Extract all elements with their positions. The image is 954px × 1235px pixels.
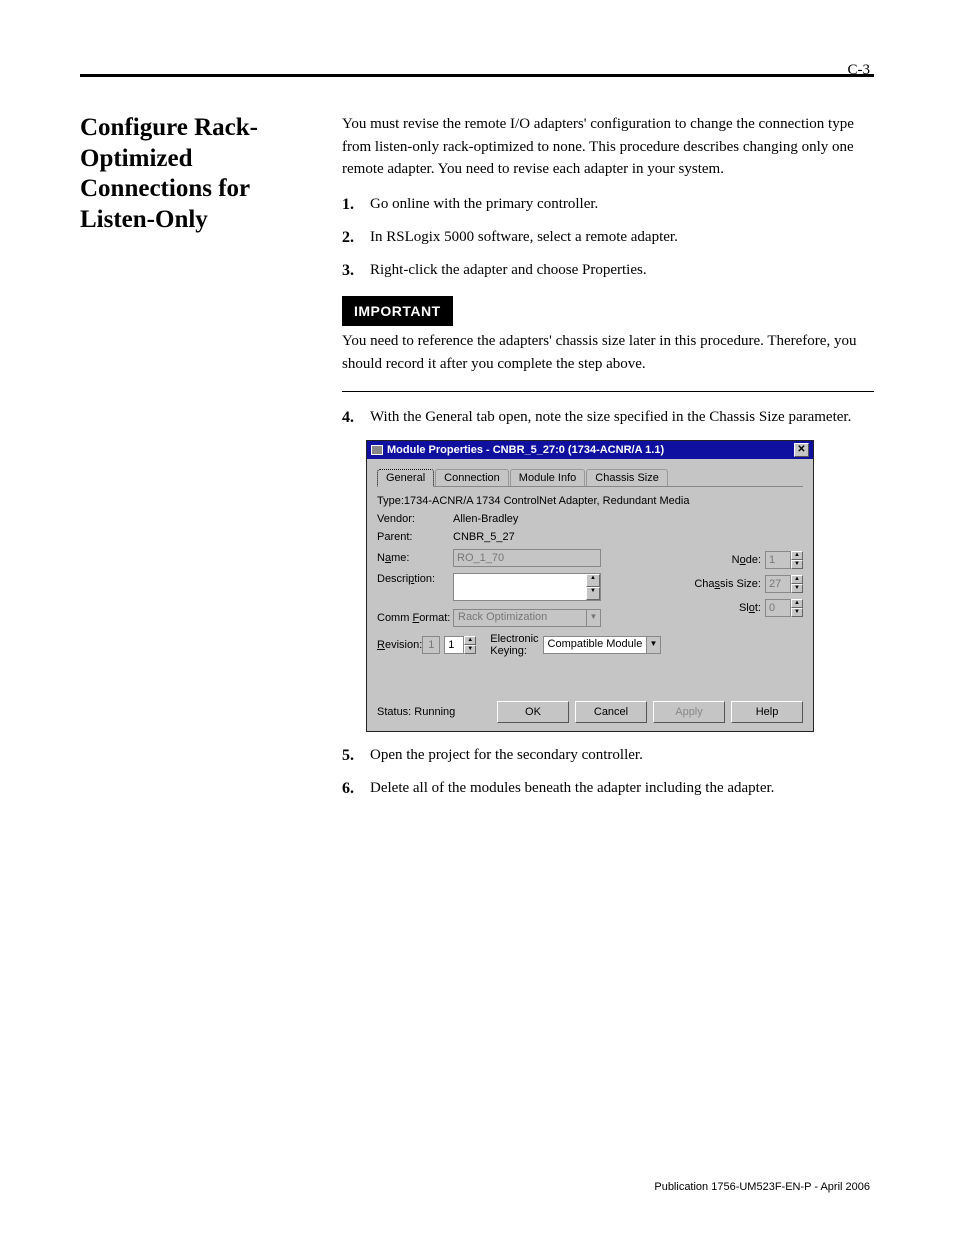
important-label: IMPORTANT [342,296,453,326]
name-label: Name: [377,552,453,564]
important-text: You need to reference the adapters' chas… [342,330,874,387]
dialog-tabs: General Connection Module Info Chassis S… [377,467,803,487]
steps-list-cont: With the General tab open, note the size… [342,406,874,429]
steps-list-cont2: Open the project for the secondary contr… [342,744,874,801]
commformat-select[interactable]: Rack Optimization ▼ [453,609,601,627]
vendor-label: Vendor: [377,513,453,525]
spin-down-icon[interactable]: ▼ [464,645,476,654]
revision-major-field[interactable] [422,636,440,654]
commformat-label: Comm Format: [377,612,453,624]
description-label: Description: [377,573,453,585]
step-4: With the General tab open, note the size… [342,406,874,429]
step-2: In RSLogix 5000 software, select a remot… [342,226,874,249]
important-callout: IMPORTANT You need to reference the adap… [342,296,874,392]
chassis-size-field[interactable] [765,575,791,593]
intro-paragraph: You must revise the remote I/O adapters'… [342,113,874,181]
parent-value: CNBR_5_27 [453,531,617,543]
step-1: Go online with the primary controller. [342,193,874,216]
section-title: Configure Rack-Optimized Connections for… [80,113,330,235]
step-3: Right-click the adapter and choose Prope… [342,259,874,282]
parent-label: Parent: [377,531,453,543]
spin-up-icon[interactable]: ▲ [791,551,803,560]
dialog-titlebar: Module Properties - CNBR_5_27:0 (1734-AC… [367,441,813,459]
chassis-size-label: Chassis Size: [694,578,761,590]
module-properties-dialog: Module Properties - CNBR_5_27:0 (1734-AC… [366,440,814,732]
spin-up-icon[interactable]: ▲ [791,599,803,608]
revision-label: Revision: [377,639,422,651]
description-field[interactable]: ▲ ▼ [453,573,601,601]
vendor-value: Allen-Bradley [453,513,617,525]
status-label: Status: Running [377,706,455,718]
publication-footer: Publication 1756-UM523F-EN-P - April 200… [654,1181,870,1193]
tab-connection[interactable]: Connection [435,469,509,486]
spin-down-icon[interactable]: ▼ [791,560,803,569]
revision-minor-field[interactable] [444,636,464,654]
step-6: Delete all of the modules beneath the ad… [342,777,874,800]
tab-module-info[interactable]: Module Info [510,469,585,486]
dialog-title-icon [371,445,383,455]
important-rule [342,391,874,392]
scroll-down-icon[interactable]: ▼ [586,587,600,600]
ok-button[interactable]: OK [497,701,569,723]
header-rule [80,74,874,77]
node-field[interactable] [765,551,791,569]
spin-up-icon[interactable]: ▲ [791,575,803,584]
scroll-up-icon[interactable]: ▲ [586,574,600,587]
apply-button[interactable]: Apply [653,701,725,723]
spin-up-icon[interactable]: ▲ [464,636,476,645]
tab-general[interactable]: General [377,469,434,487]
slot-label: Slot: [739,602,761,614]
steps-list: Go online with the primary controller. I… [342,193,874,283]
chevron-down-icon[interactable]: ▼ [586,610,600,626]
step-5: Open the project for the secondary contr… [342,744,874,767]
name-field[interactable] [453,549,601,567]
cancel-button[interactable]: Cancel [575,701,647,723]
slot-field[interactable] [765,599,791,617]
dialog-title: Module Properties - CNBR_5_27:0 (1734-AC… [387,444,664,456]
close-icon[interactable]: ✕ [794,443,809,457]
help-button[interactable]: Help [731,701,803,723]
spin-down-icon[interactable]: ▼ [791,584,803,593]
tab-chassis-size[interactable]: Chassis Size [586,469,668,486]
type-label: Type: [377,495,404,507]
ekey-label: Electronic Keying: [490,633,538,657]
spin-down-icon[interactable]: ▼ [791,608,803,617]
node-label: Node: [732,554,761,566]
page-number: C-3 [848,62,871,79]
